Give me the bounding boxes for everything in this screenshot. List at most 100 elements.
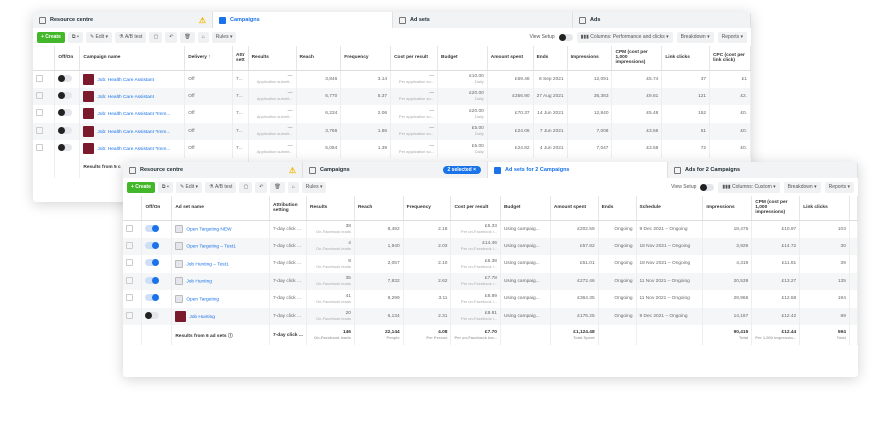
column-header[interactable] — [33, 46, 56, 71]
column-header[interactable]: Delivery ↑ — [184, 46, 234, 71]
tag-icon[interactable]: ⌂ — [197, 31, 209, 43]
view-setup-toggle[interactable] — [558, 33, 573, 41]
table-row[interactable]: Open Targeting – Test1 7-day click ... 4 O… — [123, 237, 858, 255]
column-header[interactable]: CPM (cost per 1,000 impressions) — [751, 196, 801, 221]
column-header[interactable]: Campaign name — [79, 46, 186, 71]
column-header[interactable]: CPC (cost per link click) — [709, 46, 751, 71]
on-off-toggle[interactable] — [145, 224, 160, 232]
row-checkbox[interactable] — [36, 144, 43, 152]
on-off-toggle[interactable] — [58, 144, 73, 152]
column-header[interactable]: Attribution setting — [269, 196, 307, 221]
reports-button[interactable]: Reports ▾ — [824, 181, 854, 193]
row-checkbox[interactable] — [126, 294, 133, 302]
campaign-name-link[interactable]: Job: Health Care Assistant — [97, 77, 154, 82]
table-row[interactable]: Open Targeting 7-day click ... 41 On-Faceb… — [123, 290, 858, 308]
on-off-toggle[interactable] — [145, 294, 160, 302]
tab-campaigns[interactable]: Campaigns — [213, 12, 393, 28]
tab-ads[interactable]: Ads for 2 Campaigns — [668, 162, 858, 178]
row-checkbox[interactable] — [126, 241, 133, 249]
row-checkbox[interactable] — [36, 109, 43, 117]
row-checkbox[interactable] — [126, 259, 133, 267]
edit-button[interactable]: ✎ Edit ▾ — [85, 31, 113, 43]
ad-set-name-link[interactable]: Open Targeting NEW — [186, 227, 231, 232]
archive-icon[interactable]: ▢ — [239, 181, 253, 193]
column-header[interactable]: Off/On — [54, 46, 81, 71]
duplicate-button[interactable]: ⧉ ▾ — [157, 181, 173, 193]
column-header[interactable]: Attr sett — [232, 46, 249, 71]
column-header[interactable]: Ends — [533, 46, 568, 71]
tag-icon[interactable]: ⌂ — [287, 181, 299, 193]
table-row[interactable]: Job: Health Care Assistant *Imm... Off 7.… — [33, 122, 751, 140]
undo-icon[interactable]: ↶ — [165, 31, 178, 43]
column-header[interactable]: Results — [248, 46, 297, 71]
ab-test-button[interactable]: ⚗ A/B test — [205, 181, 237, 193]
view-setup-toggle[interactable] — [700, 183, 715, 191]
column-header[interactable]: Reach — [354, 196, 404, 221]
row-checkbox[interactable] — [126, 311, 133, 319]
create-button[interactable]: + Create — [127, 181, 155, 193]
column-header[interactable]: Off/On — [141, 196, 173, 221]
table-row[interactable]: Job: Health Care Assistant Off 7... — Appli… — [33, 87, 751, 105]
campaign-name-link[interactable]: Job: Health Care Assistant — [97, 95, 154, 100]
duplicate-button[interactable]: ⧉ ▾ — [67, 31, 83, 43]
ad-set-name-link[interactable]: Job Hunting — [189, 315, 215, 320]
tab-campaigns[interactable]: Campaigns 2 selected × — [303, 162, 488, 178]
reports-button[interactable]: Reports ▾ — [717, 31, 747, 43]
row-checkbox[interactable] — [126, 276, 133, 284]
campaign-name-link[interactable]: Job: Health Care Assistant *Imm... — [97, 147, 170, 152]
create-button[interactable]: + Create — [37, 31, 65, 43]
column-header[interactable] — [849, 196, 858, 221]
on-off-toggle[interactable] — [145, 276, 160, 284]
column-header[interactable] — [123, 196, 143, 221]
ad-set-name-link[interactable]: Job Hunting – Test1 — [186, 262, 228, 267]
tab-resource-centre[interactable]: Resource centre ⚠ — [123, 162, 303, 178]
column-header[interactable]: Schedule — [636, 196, 704, 221]
column-header[interactable]: Budget — [500, 196, 551, 221]
delete-icon[interactable]: 🗑 — [270, 181, 285, 193]
ad-set-name-link[interactable]: Job Hunting — [186, 280, 212, 285]
on-off-toggle[interactable] — [58, 74, 73, 82]
tab-ad-sets[interactable]: Ad sets for 2 Campaigns — [488, 162, 668, 178]
table-row[interactable]: Job Hunting – Test1 7-day click ... 8 On-F… — [123, 255, 858, 273]
table-row[interactable]: Job Hunting 7-day click ... 20 On-Facebook… — [123, 307, 858, 325]
table-row[interactable]: Job: Health Care Assistant *Imm... Off 7.… — [33, 140, 751, 158]
column-header[interactable]: Impressions — [567, 46, 613, 71]
row-checkbox[interactable] — [126, 224, 133, 232]
ab-test-button[interactable]: ⚗ A/B test — [115, 31, 147, 43]
campaign-name-link[interactable]: Job: Health Care Assistant *Imm... — [97, 112, 170, 117]
column-header[interactable]: Cost per result — [450, 196, 501, 221]
columns-button[interactable]: ▮▮▮ Columns: Custom ▾ — [718, 181, 780, 193]
column-header[interactable]: Amount spent — [487, 46, 534, 71]
column-header[interactable]: Results — [306, 196, 355, 221]
breakdown-button[interactable]: Breakdown ▾ — [676, 31, 714, 43]
edit-button[interactable]: ✎ Edit ▾ — [175, 181, 203, 193]
table-row[interactable]: Job Hunting 7-day click ... 35 On-Facebook… — [123, 272, 858, 290]
column-header[interactable]: Budget — [437, 46, 488, 71]
column-header[interactable]: Cost per result — [390, 46, 439, 71]
column-header[interactable]: Amount spent — [550, 196, 599, 221]
row-checkbox[interactable] — [36, 126, 43, 134]
rules-button[interactable]: Rules ▾ — [301, 181, 327, 193]
column-header[interactable]: Frequency — [340, 46, 392, 71]
table-row[interactable]: Open Targeting NEW 7-day click ... 38 On-F… — [123, 220, 858, 238]
on-off-toggle[interactable] — [145, 241, 160, 249]
undo-icon[interactable]: ↶ — [255, 181, 268, 193]
column-header[interactable]: Reach — [296, 46, 342, 71]
selected-badge[interactable]: 2 selected × — [442, 166, 481, 174]
table-row[interactable]: Job: Health Care Assistant Off 7... — Appli… — [33, 70, 751, 88]
table-row[interactable]: Job: Health Care Assistant *Imm... Off 7.… — [33, 105, 751, 123]
rules-button[interactable]: Rules ▾ — [211, 31, 237, 43]
delete-icon[interactable]: 🗑 — [180, 31, 195, 43]
column-header[interactable]: Ad set name — [171, 196, 271, 221]
column-header[interactable]: Link clicks — [661, 46, 711, 71]
tab-ad-sets[interactable]: Ad sets — [393, 12, 573, 28]
tab-ads[interactable]: Ads — [573, 12, 751, 28]
ad-set-name-link[interactable]: Open Targeting – Test1 — [186, 245, 235, 250]
on-off-toggle[interactable] — [145, 259, 160, 267]
row-checkbox[interactable] — [36, 74, 43, 82]
on-off-toggle[interactable] — [58, 91, 73, 99]
column-header[interactable]: Ends — [598, 196, 637, 221]
breakdown-button[interactable]: Breakdown ▾ — [783, 181, 821, 193]
column-header[interactable]: Frequency — [403, 196, 452, 221]
campaign-name-link[interactable]: Job: Health Care Assistant *Imm... — [97, 130, 170, 135]
